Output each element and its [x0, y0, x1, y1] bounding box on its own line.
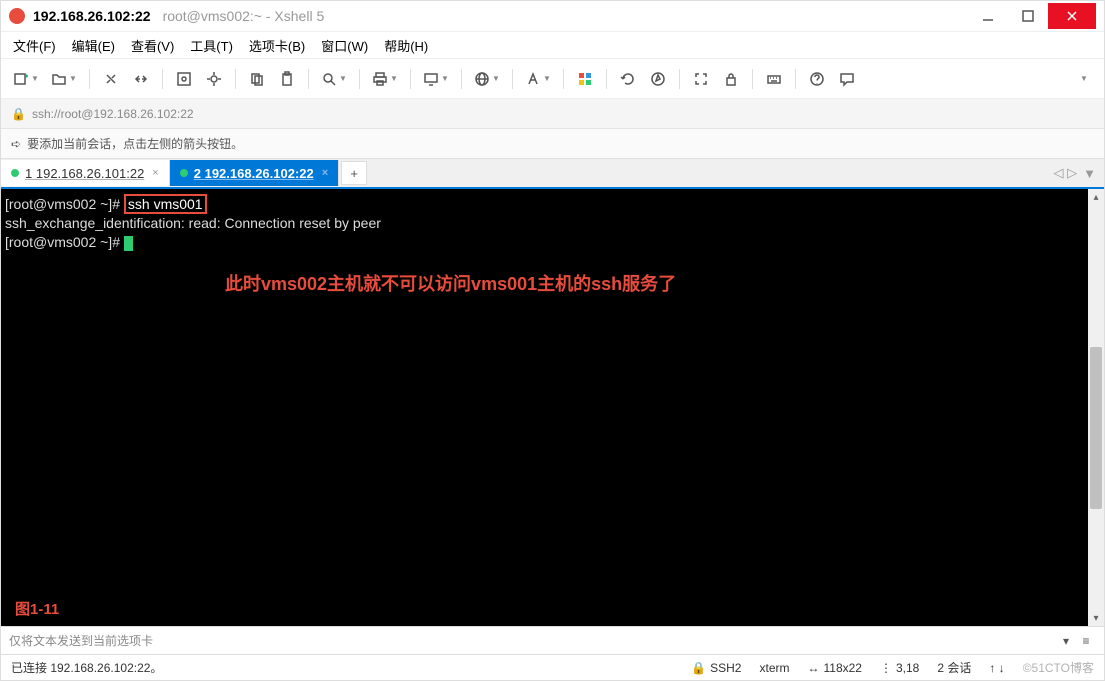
- status-updown-icon[interactable]: ↑ ↓: [989, 661, 1004, 675]
- reconnect-icon[interactable]: [98, 66, 124, 92]
- minimize-button[interactable]: [968, 4, 1008, 28]
- input-dropdown-icon[interactable]: ▾: [1056, 634, 1076, 648]
- tab1-close-icon[interactable]: ×: [152, 167, 158, 179]
- fullscreen-icon[interactable]: [688, 66, 714, 92]
- color-icon[interactable]: [572, 66, 598, 92]
- input-menu-icon[interactable]: ≡: [1076, 634, 1096, 648]
- globe-icon[interactable]: ▼: [470, 66, 504, 92]
- tab2-label: 192.168.26.102:22: [205, 166, 314, 181]
- tab-nav-icon[interactable]: ◁ ▷: [1054, 165, 1078, 181]
- menu-view[interactable]: 查看(V): [123, 32, 182, 59]
- tabbar: 1 192.168.26.101:22 × 2 192.168.26.102:2…: [1, 159, 1104, 189]
- lock-icon[interactable]: [718, 66, 744, 92]
- app-icon: [9, 8, 25, 24]
- find-icon[interactable]: ▼: [317, 66, 351, 92]
- address-url: ssh://root@192.168.26.102:22: [32, 107, 194, 121]
- print-icon[interactable]: ▼: [368, 66, 402, 92]
- disconnect-icon[interactable]: [128, 66, 154, 92]
- term-line1-cmd: ssh vms001: [124, 194, 207, 214]
- tab2-close-icon[interactable]: ×: [322, 167, 328, 179]
- toolbar-overflow-icon[interactable]: ▼: [1070, 66, 1096, 92]
- screen-icon[interactable]: ▼: [419, 66, 453, 92]
- tab1-label: 192.168.26.101:22: [36, 166, 144, 181]
- status-proto: 🔒 SSH2: [691, 661, 741, 675]
- help-icon[interactable]: [804, 66, 830, 92]
- term-line1-prompt: [root@vms002 ~]#: [5, 196, 124, 212]
- copy-icon[interactable]: [244, 66, 270, 92]
- app-window: 192.168.26.102:22 root@vms002:~ - Xshell…: [0, 0, 1105, 681]
- tab2-status-dot-icon: [180, 169, 188, 177]
- scroll-thumb[interactable]: [1090, 347, 1102, 509]
- status-sessions: 2 会话: [937, 659, 971, 676]
- title-host: 192.168.26.102:22: [33, 8, 151, 24]
- close-button[interactable]: [1048, 3, 1096, 29]
- menu-window[interactable]: 窗口(W): [313, 32, 376, 59]
- session-tab-2[interactable]: 2 192.168.26.102:22 ×: [170, 160, 339, 186]
- paste-icon[interactable]: [274, 66, 300, 92]
- terminal[interactable]: [root@vms002 ~]# ssh vms001 ssh_exchange…: [1, 189, 1088, 626]
- tab-add-button[interactable]: +: [341, 161, 367, 185]
- watermark: ©51CTO博客: [1023, 659, 1094, 676]
- properties-icon[interactable]: [171, 66, 197, 92]
- tab-menu-icon[interactable]: ▼: [1083, 166, 1096, 181]
- term-line3-prompt: [root@vms002 ~]#: [5, 234, 124, 250]
- scroll-up-icon[interactable]: ▴: [1088, 189, 1104, 205]
- menubar: 文件(F) 编辑(E) 查看(V) 工具(T) 选项卡(B) 窗口(W) 帮助(…: [1, 31, 1104, 59]
- addressbar[interactable]: 🔒 ssh://root@192.168.26.102:22: [1, 99, 1104, 129]
- open-icon[interactable]: ▼: [47, 66, 81, 92]
- menu-edit[interactable]: 编辑(E): [64, 32, 123, 59]
- feedback-icon[interactable]: [834, 66, 860, 92]
- statusbar: 已连接 192.168.26.102:22。 🔒 SSH2 xterm ↔ 11…: [1, 654, 1104, 680]
- tab1-status-dot-icon: [11, 169, 19, 177]
- keyboard-icon[interactable]: [761, 66, 787, 92]
- menu-file[interactable]: 文件(F): [5, 32, 64, 59]
- annotation-text: 此时vms002主机就不可以访问vms001主机的ssh服务了: [5, 252, 1084, 296]
- titlebar: 192.168.26.102:22 root@vms002:~ - Xshell…: [1, 1, 1104, 31]
- term-line2: ssh_exchange_identification: read: Conne…: [5, 214, 1084, 233]
- tipbar: ➪ 要添加当前会话，点击左侧的箭头按钮。: [1, 129, 1104, 159]
- menu-tabs[interactable]: 选项卡(B): [241, 32, 313, 59]
- font-icon[interactable]: ▼: [521, 66, 555, 92]
- scroll-track[interactable]: [1088, 205, 1104, 610]
- toolbar: ▼ ▼ ▼ ▼ ▼ ▼ ▼ ▼: [1, 59, 1104, 99]
- tip-arrow-icon[interactable]: ➪: [11, 137, 21, 151]
- vertical-scrollbar[interactable]: ▴ ▾: [1088, 189, 1104, 626]
- scroll-down-icon[interactable]: ▾: [1088, 610, 1104, 626]
- figure-label: 图1-11: [15, 600, 59, 620]
- terminal-wrap: [root@vms002 ~]# ssh vms001 ssh_exchange…: [1, 189, 1104, 626]
- refresh-icon[interactable]: [615, 66, 641, 92]
- status-connected: 已连接 192.168.26.102:22。: [11, 659, 162, 676]
- menu-help[interactable]: 帮助(H): [376, 32, 436, 59]
- cursor-icon: [124, 236, 133, 251]
- maximize-button[interactable]: [1008, 4, 1048, 28]
- session-tab-1[interactable]: 1 192.168.26.101:22 ×: [1, 160, 170, 186]
- status-pos: ⋮ 3,18: [880, 661, 919, 675]
- tip-text: 要添加当前会话，点击左侧的箭头按钮。: [27, 135, 243, 152]
- title-session: root@vms002:~ - Xshell 5: [163, 8, 325, 24]
- status-term: xterm: [759, 661, 789, 675]
- new-session-icon[interactable]: ▼: [9, 66, 43, 92]
- menu-tools[interactable]: 工具(T): [182, 32, 241, 59]
- address-lock-icon: 🔒: [11, 107, 26, 121]
- send-input[interactable]: 仅将文本发送到当前选项卡: [9, 632, 1056, 649]
- compass-icon[interactable]: [645, 66, 671, 92]
- settings-icon[interactable]: [201, 66, 227, 92]
- inputbar: 仅将文本发送到当前选项卡 ▾ ≡: [1, 626, 1104, 654]
- status-size: ↔ 118x22: [807, 661, 861, 675]
